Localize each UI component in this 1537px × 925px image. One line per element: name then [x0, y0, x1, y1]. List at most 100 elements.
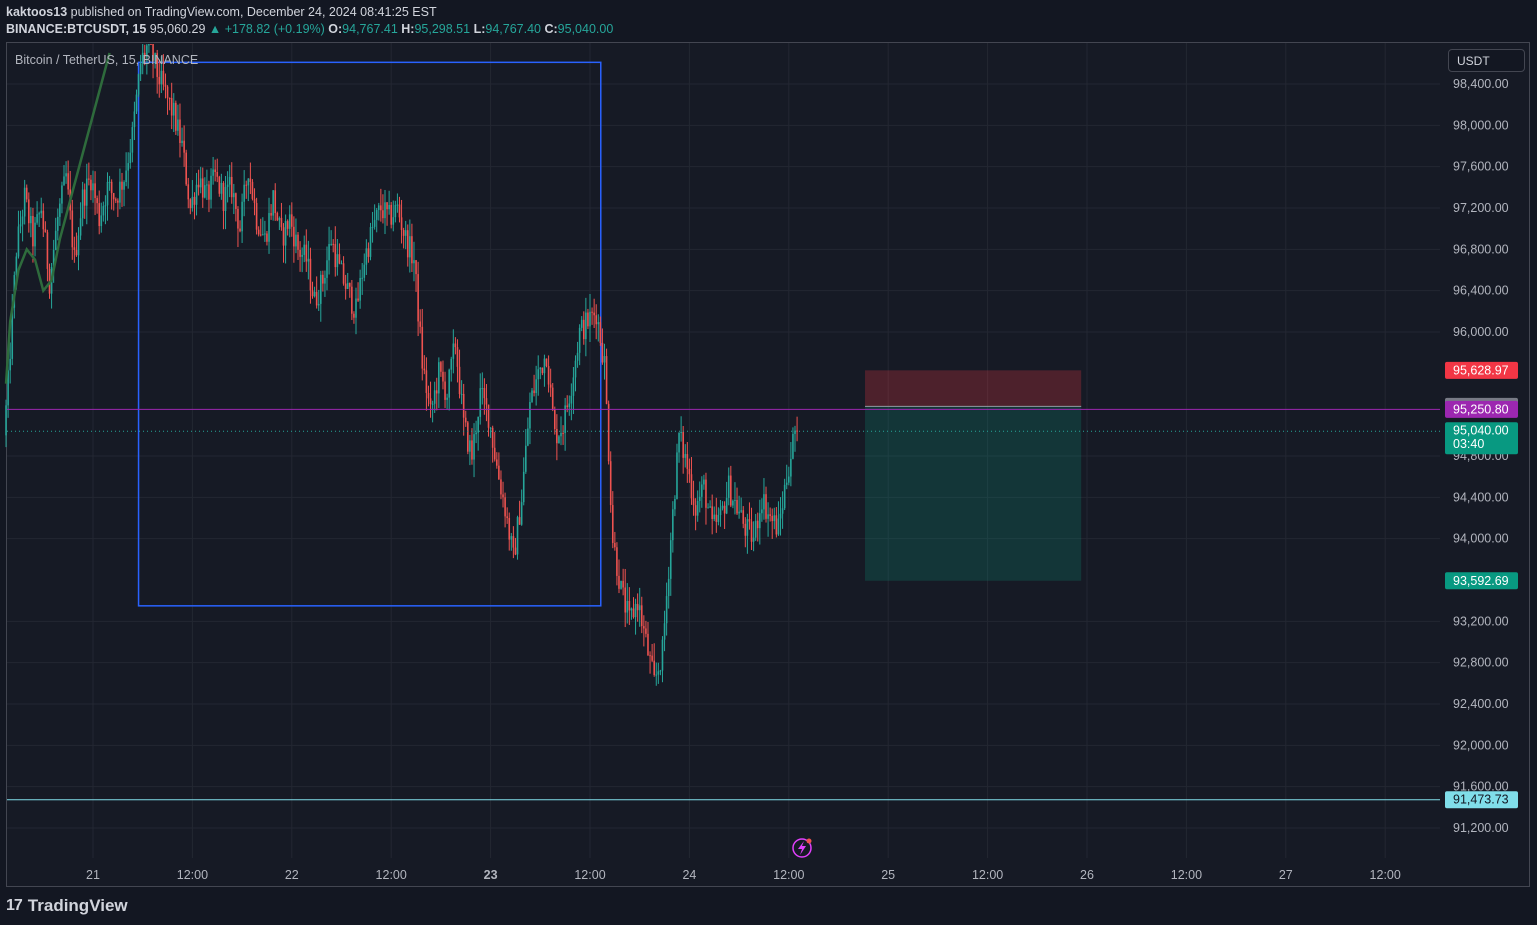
candle-up: [233, 193, 235, 198]
candle-up: [431, 403, 434, 405]
candle-up: [373, 219, 376, 227]
candle-down: [162, 70, 165, 85]
candle-down: [158, 76, 161, 85]
candle-up: [746, 519, 749, 536]
candle-down: [67, 173, 69, 190]
stop-loss-zone: [865, 370, 1082, 407]
candle-up: [133, 111, 136, 128]
candle-up: [525, 445, 527, 472]
candle-up: [30, 215, 32, 224]
candle-up: [220, 183, 223, 194]
candle-up: [262, 234, 264, 236]
candle-up: [9, 358, 11, 371]
candle-up: [781, 508, 784, 514]
candle-down: [456, 347, 459, 367]
candle-up: [363, 264, 366, 278]
time-tick-label: 12:00: [177, 868, 208, 882]
candle-down: [653, 660, 655, 675]
price-label: 95,040.00: [1453, 424, 1509, 438]
candle-down: [251, 181, 254, 199]
candle-up: [38, 213, 40, 215]
candle-up: [34, 222, 36, 247]
candle-down: [257, 229, 260, 235]
candle-down: [25, 187, 28, 200]
candle-up: [568, 403, 571, 408]
candle-up: [123, 182, 125, 190]
candle-up: [172, 102, 175, 116]
candle-up: [160, 70, 163, 85]
candle-down: [71, 210, 74, 248]
candle-up: [479, 388, 482, 417]
candle-down: [502, 494, 504, 498]
price-label: 95,250.80: [1453, 402, 1509, 416]
candle-down: [255, 202, 258, 230]
candle-up: [106, 181, 109, 206]
candle-down: [742, 510, 745, 524]
price-tick-label: 94,400.00: [1453, 490, 1509, 504]
candle-down: [309, 258, 312, 291]
candle-up: [452, 343, 455, 359]
candle-up: [717, 515, 720, 522]
price-tick-label: 98,000.00: [1453, 118, 1509, 132]
candle-up: [131, 127, 134, 153]
price-chart[interactable]: 98,400.00 98,000.00 97,600.00 97,200.00 96,8…: [0, 0, 1537, 925]
candle-down: [214, 169, 216, 173]
candle-down: [547, 366, 550, 385]
time-tick-label: 12:00: [1171, 868, 1202, 882]
candle-up: [752, 537, 755, 542]
candle-down: [400, 217, 403, 231]
price-unit-button[interactable]: USDT: [1448, 49, 1525, 72]
candle-up: [790, 458, 792, 477]
candle-down: [487, 404, 490, 428]
candle-up: [195, 184, 198, 205]
price-tick-label: 96,800.00: [1453, 242, 1509, 256]
candle-up: [79, 218, 82, 236]
candle-down: [357, 298, 359, 301]
candle-up: [655, 674, 658, 676]
candle-up: [713, 514, 716, 520]
candle-down: [46, 232, 49, 269]
candle-up: [92, 183, 94, 191]
time-axis: 21 12:00 22 12:00 23 12:00 24 12:00 25 12:00 26 12:…: [86, 868, 1401, 882]
candle-up: [701, 484, 703, 497]
candle-up: [709, 506, 711, 508]
candle-up: [703, 479, 705, 485]
candle-down: [175, 102, 177, 131]
candle-up: [732, 500, 734, 506]
price-tick-label: 96,000.00: [1453, 325, 1509, 339]
candle-down: [344, 283, 347, 289]
candle-up: [19, 224, 22, 227]
candle-up: [510, 536, 513, 540]
candle-down: [462, 393, 465, 418]
price-label-countdown: 03:40: [1453, 437, 1484, 451]
candle-up: [721, 505, 724, 509]
candle-up: [696, 500, 699, 516]
time-tick-label: 27: [1279, 868, 1293, 882]
candle-down: [483, 388, 486, 399]
candle-down: [280, 217, 283, 228]
candle-down: [769, 514, 771, 516]
candle-down: [440, 362, 442, 372]
candle-down: [88, 178, 90, 180]
candle-down: [334, 244, 337, 268]
candle-down: [259, 234, 262, 236]
overlay: [4, 52, 1440, 858]
time-tick-label: 25: [881, 868, 895, 882]
candle-up: [537, 369, 540, 380]
candle-up: [288, 214, 291, 229]
candle-down: [286, 221, 289, 229]
candle-up: [317, 303, 320, 306]
candle-up: [738, 511, 740, 514]
candle-down: [500, 479, 502, 495]
candle-up: [761, 509, 763, 514]
candle-down: [168, 97, 171, 99]
candle-down: [305, 244, 308, 262]
candle-down: [471, 440, 473, 460]
candle-down: [498, 465, 500, 480]
candle-down: [185, 152, 187, 185]
candle-up: [489, 427, 492, 429]
candle-down: [508, 518, 511, 540]
candle-down: [632, 608, 635, 618]
candle-down: [208, 184, 210, 200]
candle-up: [433, 390, 436, 404]
